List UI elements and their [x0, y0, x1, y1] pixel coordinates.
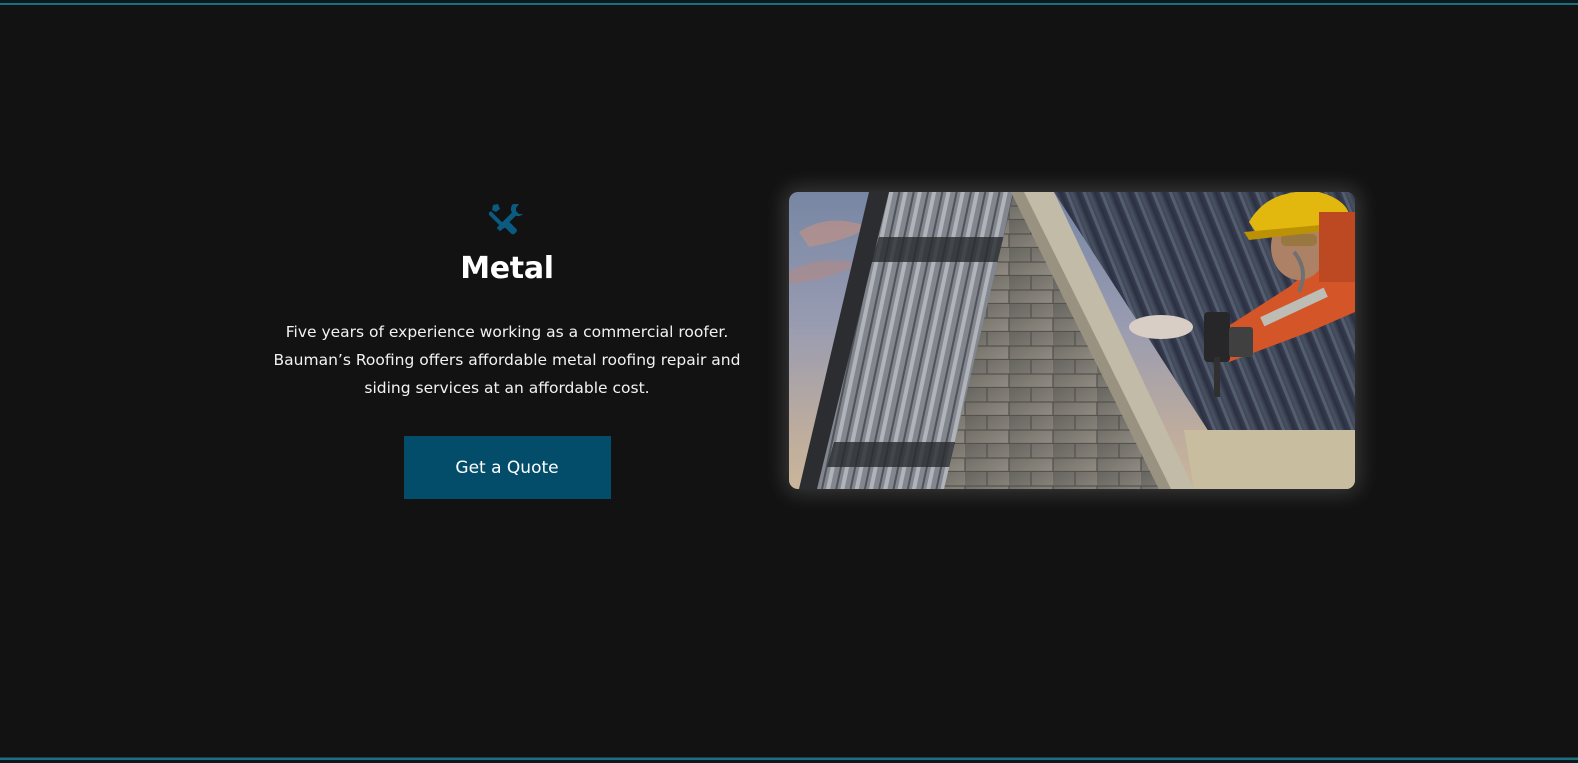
- metal-service-section: Metal Five years of experience working a…: [0, 6, 1578, 757]
- service-description: Five years of experience working as a co…: [273, 323, 741, 397]
- roofer-photo: [789, 192, 1355, 489]
- bottom-border-line: [0, 757, 1578, 763]
- service-text-column: Metal Five years of experience working a…: [262, 202, 752, 499]
- tools-icon: [489, 204, 523, 235]
- roofer-installing-metal-roof-photo: [789, 192, 1355, 489]
- service-title: Metal: [460, 251, 554, 286]
- get-a-quote-button[interactable]: Get a Quote: [403, 436, 611, 499]
